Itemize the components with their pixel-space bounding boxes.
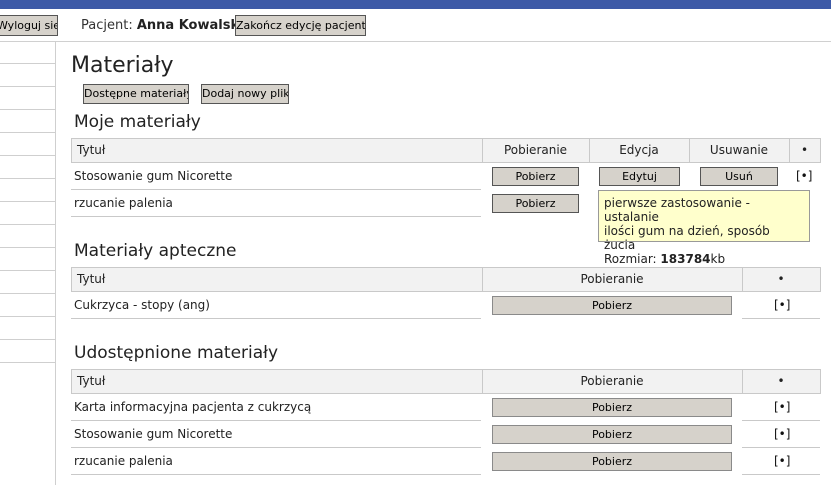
row-divider (742, 447, 820, 448)
sidebar-divider (0, 339, 55, 340)
sidebar-divider (0, 316, 55, 317)
sidebar-divider (0, 362, 55, 363)
row-divider (71, 474, 481, 475)
row-marker[interactable]: [•] (774, 427, 790, 441)
sidebar-divider (0, 132, 55, 133)
column-header-download: Pobieranie (580, 272, 644, 286)
row-divider (71, 189, 481, 190)
column-header-download: Pobieranie (503, 143, 568, 157)
row-divider (71, 318, 481, 319)
sidebar-divider (0, 201, 55, 202)
column-header-marker: • (777, 272, 785, 286)
sidebar-divider (0, 178, 55, 179)
shared-material-title: Stosowanie gum Nicorette (74, 427, 233, 441)
patient-info: Pacjent: Anna Kowalska (81, 18, 248, 33)
sidebar-divider (0, 270, 55, 271)
sidebar-divider (0, 109, 55, 110)
tooltip-size-label: Rozmiar: (604, 252, 657, 266)
my-materials-table-header: Tytuł Pobieranie Edycja Usuwanie • (71, 138, 821, 163)
column-header-edit: Edycja (619, 143, 659, 157)
top-accent-bar (0, 0, 831, 9)
end-patient-edit-button[interactable]: Zakończ edycję pacjenta (235, 15, 366, 36)
sidebar-divider (0, 63, 55, 64)
shared-materials-table-header: Tytuł Pobieranie • (71, 369, 821, 394)
pharmacy-materials-table-header: Tytuł Pobieranie • (71, 267, 821, 292)
download-button[interactable]: Pobierz (492, 452, 732, 471)
row-divider (742, 420, 820, 421)
download-button[interactable]: Pobierz (492, 194, 579, 213)
sidebar (0, 41, 56, 485)
tooltip-description-line2: ilości gum na dzień, sposób żucia (604, 224, 770, 252)
file-tooltip: pierwsze zastosowanie - ustalanie ilości… (598, 190, 810, 266)
header-bar: Wyloguj się Pacjent: Anna Kowalska Zakoń… (0, 9, 831, 42)
pharmacy-materials-title: Materiały apteczne (74, 241, 237, 261)
my-materials-title: Moje materiały (74, 112, 201, 132)
tooltip-size-unit: kb (710, 252, 726, 266)
delete-button[interactable]: Usuń (700, 167, 778, 186)
column-header-title: Tytuł (77, 374, 106, 388)
sidebar-divider (0, 247, 55, 248)
sidebar-divider (0, 86, 55, 87)
sidebar-divider (0, 224, 55, 225)
row-marker[interactable]: [•] (774, 400, 790, 414)
download-button[interactable]: Pobierz (492, 167, 579, 186)
row-marker[interactable]: [•] (774, 454, 790, 468)
page-title: Materiały (71, 53, 174, 78)
row-divider (71, 447, 481, 448)
row-divider (742, 318, 820, 319)
patient-prefix: Pacjent: (81, 18, 133, 33)
row-divider (742, 474, 820, 475)
my-material-title: Stosowanie gum Nicorette (74, 169, 233, 183)
shared-materials-title: Udostępnione materiały (74, 343, 279, 363)
edit-button[interactable]: Edytuj (599, 167, 680, 186)
tooltip-size-value: 183784 (660, 252, 711, 266)
pharmacy-material-title: Cukrzyca - stopy (ang) (74, 298, 210, 312)
shared-material-title: rzucanie palenia (74, 454, 173, 468)
row-divider (71, 420, 481, 421)
shared-material-title: Karta informacyjna pacjenta z cukrzycą (74, 400, 312, 414)
sidebar-divider (0, 155, 55, 156)
column-header-download: Pobieranie (580, 374, 644, 388)
tooltip-description-line1: pierwsze zastosowanie - ustalanie (604, 196, 751, 224)
download-button[interactable]: Pobierz (492, 398, 732, 417)
download-button[interactable]: Pobierz (492, 425, 732, 444)
row-marker[interactable]: [•] (796, 169, 812, 183)
column-header-title: Tytuł (77, 272, 106, 286)
column-header-marker: • (777, 374, 785, 388)
available-materials-button[interactable]: Dostępne materiały (83, 84, 189, 104)
row-marker[interactable]: [•] (774, 298, 790, 312)
my-material-title: rzucanie palenia (74, 196, 173, 210)
patient-name: Anna Kowalska (136, 18, 248, 33)
column-header-title: Tytuł (77, 143, 106, 157)
add-new-file-button[interactable]: Dodaj nowy plik (201, 84, 289, 104)
column-header-marker: • (800, 143, 809, 157)
download-button[interactable]: Pobierz (492, 296, 732, 315)
tooltip-size: Rozmiar: 183784kb (604, 252, 804, 266)
logout-button[interactable]: Wyloguj się (0, 15, 58, 36)
column-header-delete: Usuwanie (709, 143, 769, 157)
sidebar-divider (0, 293, 55, 294)
row-divider (71, 216, 481, 217)
